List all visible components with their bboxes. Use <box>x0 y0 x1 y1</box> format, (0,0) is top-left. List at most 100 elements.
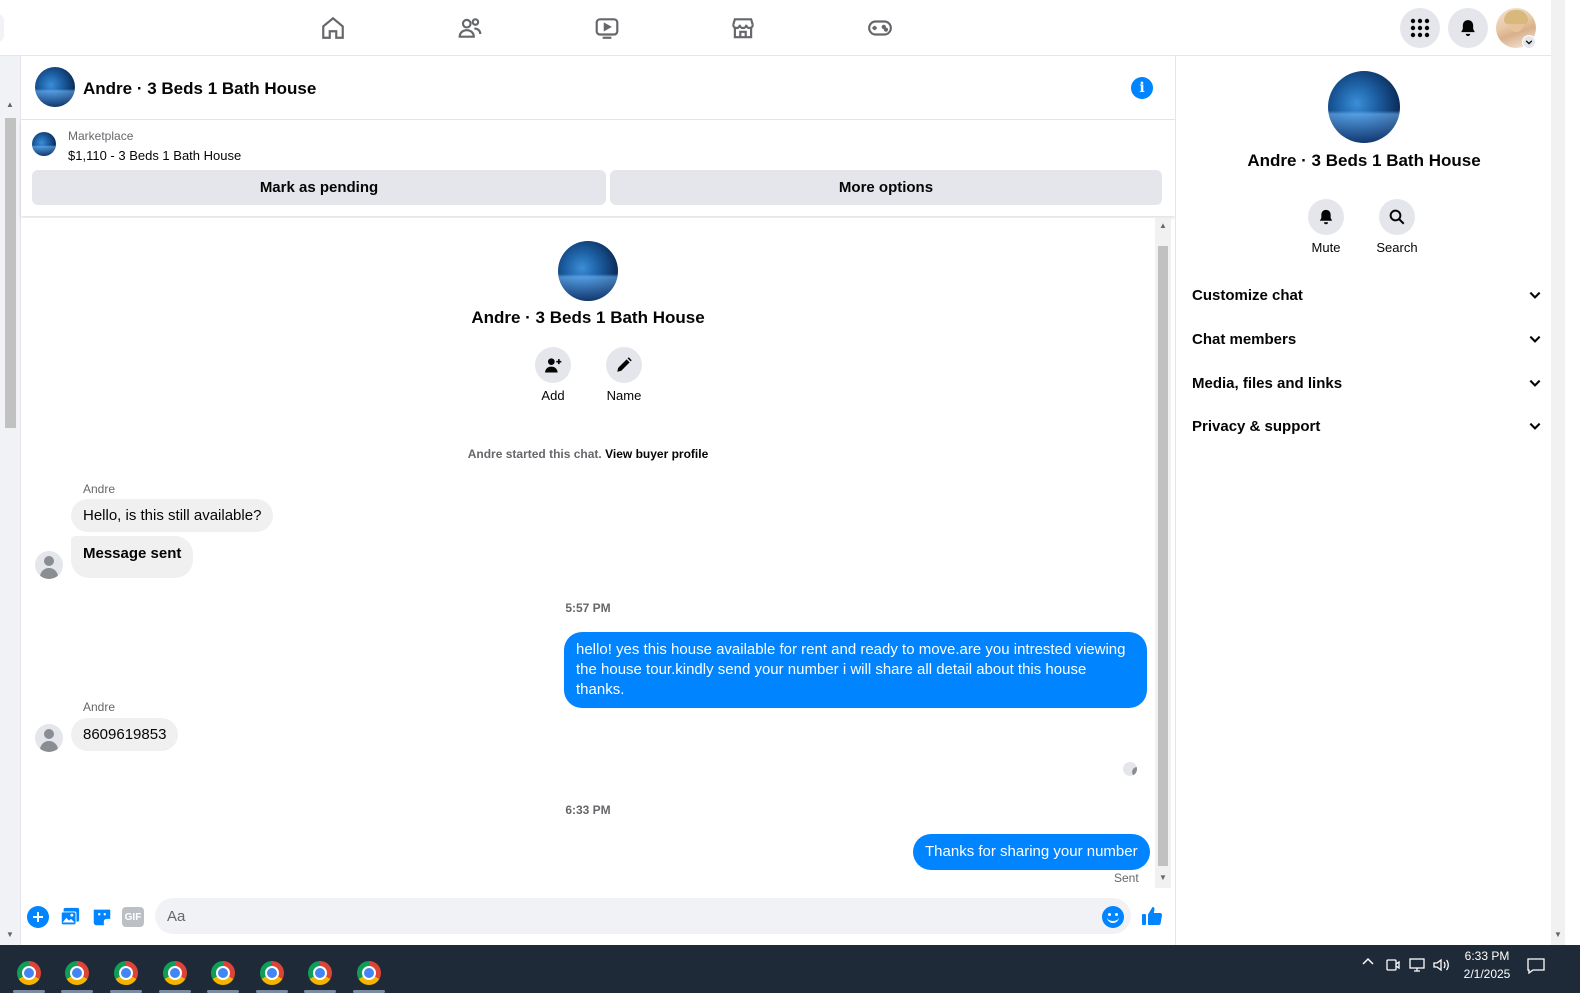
mute-button[interactable] <box>1308 199 1344 235</box>
info-icon[interactable]: i <box>1131 77 1153 99</box>
section-label: Customize chat <box>1192 286 1303 304</box>
left-scroll-up-arrow[interactable]: ▲ <box>6 100 14 109</box>
menu-grid-button[interactable] <box>1400 8 1440 48</box>
chat-header: Andre · 3 Beds 1 Bath House i <box>21 56 1175 120</box>
message-status: Sent <box>1114 871 1139 885</box>
incoming-message[interactable]: 8609619853 <box>71 718 179 751</box>
more-options-button[interactable]: More options <box>610 170 1162 205</box>
chrome-app-icon[interactable] <box>252 953 292 993</box>
page-scrollbar[interactable]: ▼ <box>1551 0 1565 945</box>
chrome-app-icon[interactable] <box>203 953 243 993</box>
photo-icon[interactable] <box>59 906 81 933</box>
gaming-icon[interactable] <box>864 12 896 44</box>
network-icon[interactable] <box>1408 957 1426 976</box>
read-receipt-avatar <box>1123 762 1137 776</box>
view-buyer-profile-link[interactable]: View buyer profile <box>605 447 708 461</box>
section-label: Chat members <box>1192 330 1297 348</box>
chat-avatar[interactable] <box>35 67 75 107</box>
listing-category: Marketplace <box>68 129 134 143</box>
page-scroll-down-arrow[interactable]: ▼ <box>1554 930 1562 939</box>
notification-center-icon[interactable] <box>1526 956 1546 979</box>
outgoing-message[interactable]: hello! yes this house available for rent… <box>564 632 1147 708</box>
incoming-message[interactable]: Message sent <box>71 536 194 578</box>
nav-edge <box>0 14 4 42</box>
timestamp: 6:33 PM <box>565 803 611 817</box>
top-navigation <box>0 0 1565 56</box>
panel-title: Andre · 3 Beds 1 Bath House <box>1247 151 1481 170</box>
left-scroll-down-arrow[interactable]: ▼ <box>6 930 14 939</box>
conversation-details-panel: Andre · 3 Beds 1 Bath House Mute Search … <box>1175 56 1551 945</box>
search-icon <box>1389 209 1405 225</box>
msg-scrollbar-thumb[interactable] <box>1158 246 1168 866</box>
message-composer: GIF <box>21 890 1175 945</box>
pencil-icon <box>617 357 632 372</box>
clock-time[interactable]: 6:33 PM <box>1452 949 1522 963</box>
add-person-icon <box>545 358 562 373</box>
account-chevron-icon[interactable] <box>1522 35 1536 49</box>
chat-title[interactable]: Andre · 3 Beds 1 Bath House <box>83 79 316 99</box>
message-thread: Andre · 3 Beds 1 Bath House Add Name And… <box>21 218 1155 890</box>
chevron-down-icon <box>1529 335 1541 343</box>
mark-as-pending-button[interactable]: Mark as pending <box>32 170 606 205</box>
grid-icon <box>1410 18 1430 38</box>
add-button[interactable] <box>535 347 571 383</box>
home-icon[interactable] <box>317 12 349 44</box>
search-label: Search <box>1376 240 1418 255</box>
panel-avatar[interactable] <box>1328 71 1400 143</box>
camera-in-use-icon[interactable] <box>1385 957 1401 976</box>
emoji-icon[interactable] <box>1102 906 1124 928</box>
message-scrollbar[interactable]: ▲ ▼ <box>1155 218 1171 888</box>
chrome-app-icon[interactable] <box>349 953 389 993</box>
privacy-support-section[interactable]: Privacy & support <box>1192 406 1542 446</box>
sticker-icon[interactable] <box>91 906 113 933</box>
watch-icon[interactable] <box>591 12 623 44</box>
chrome-app-icon[interactable] <box>9 953 49 993</box>
left-scrollbar-thumb[interactable] <box>5 118 16 428</box>
listing-thumbnail[interactable] <box>32 132 56 156</box>
add-label: Add <box>541 388 565 403</box>
section-label: Media, files and links <box>1192 374 1343 392</box>
listing-summary[interactable]: $1,110 - 3 Beds 1 Bath House <box>68 148 241 163</box>
bell-icon <box>1319 209 1333 225</box>
intro-avatar <box>558 241 618 301</box>
show-hidden-icons-chevron-icon[interactable] <box>1361 955 1375 972</box>
message-input[interactable] <box>155 898 1131 934</box>
customize-chat-section[interactable]: Customize chat <box>1192 275 1542 315</box>
chrome-app-icon[interactable] <box>155 953 195 993</box>
sender-avatar[interactable] <box>35 724 63 752</box>
outgoing-message[interactable]: Thanks for sharing your number <box>913 834 1150 870</box>
sender-name: Andre <box>83 482 116 496</box>
chat-members-section[interactable]: Chat members <box>1192 319 1542 359</box>
chevron-down-icon <box>1529 379 1541 387</box>
clock-date[interactable]: 2/1/2025 <box>1452 967 1522 981</box>
plus-icon[interactable] <box>27 906 49 928</box>
chrome-app-icon[interactable] <box>106 953 146 993</box>
intro-title: Andre · 3 Beds 1 Bath House <box>471 308 705 327</box>
friends-icon[interactable] <box>454 12 486 44</box>
thumbs-up-icon[interactable] <box>1140 904 1164 933</box>
marketplace-listing-bar: Marketplace $1,110 - 3 Beds 1 Bath House… <box>21 120 1175 216</box>
msg-scroll-up-arrow[interactable]: ▲ <box>1159 221 1167 230</box>
chat-started-notice: Andre started this chat. View buyer prof… <box>21 447 1155 461</box>
section-label: Privacy & support <box>1192 417 1321 435</box>
chevron-down-icon <box>1529 291 1541 299</box>
gif-icon[interactable]: GIF <box>122 907 144 927</box>
mute-label: Mute <box>1311 240 1341 255</box>
name-button[interactable] <box>606 347 642 383</box>
timestamp: 5:57 PM <box>565 601 611 615</box>
volume-icon[interactable] <box>1432 957 1450 976</box>
search-button[interactable] <box>1379 199 1415 235</box>
name-label: Name <box>606 388 642 403</box>
incoming-message[interactable]: Hello, is this still available? <box>71 499 274 532</box>
marketplace-icon[interactable] <box>727 12 759 44</box>
chrome-app-icon[interactable] <box>300 953 340 993</box>
msg-scroll-down-arrow[interactable]: ▼ <box>1159 873 1167 882</box>
sender-name: Andre <box>83 700 116 714</box>
left-scroll-strip: ▲ ▼ <box>0 56 21 945</box>
chrome-app-icon[interactable] <box>57 953 97 993</box>
media-files-links-section[interactable]: Media, files and links <box>1192 363 1542 403</box>
notifications-button[interactable] <box>1448 8 1488 48</box>
chat-started-text: Andre started this chat. <box>467 447 602 461</box>
sender-avatar[interactable] <box>35 551 63 579</box>
bell-icon <box>1461 20 1475 37</box>
